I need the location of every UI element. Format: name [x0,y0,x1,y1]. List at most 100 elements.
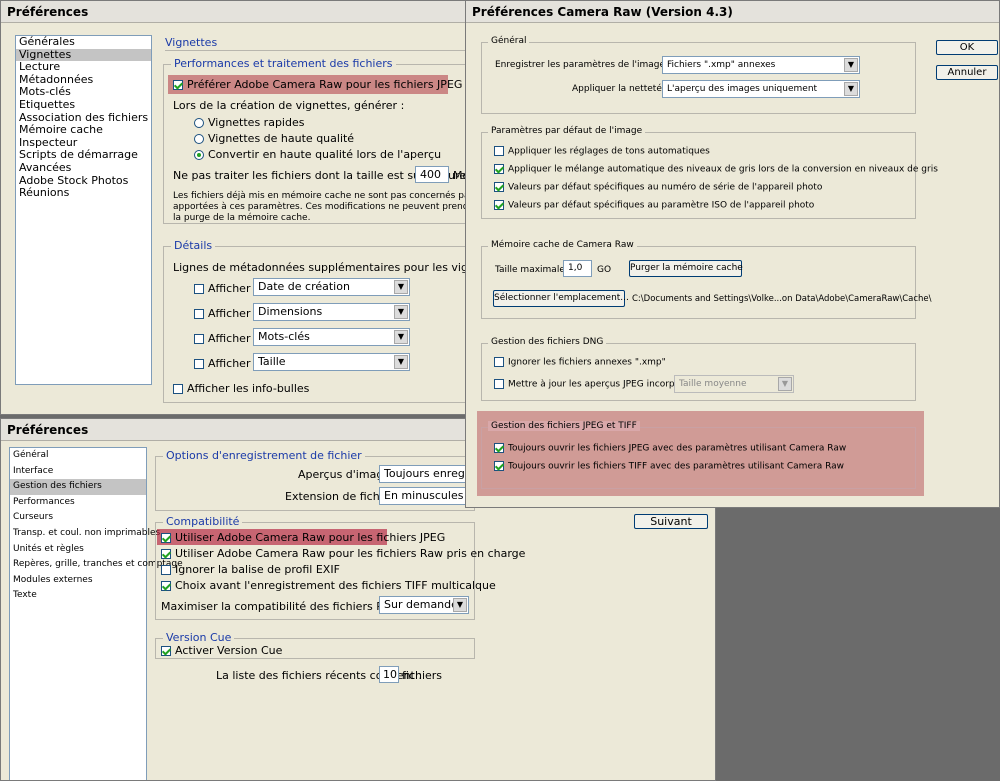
compat-checkbox-4[interactable] [161,581,171,591]
tooltips-row[interactable]: Afficher les info-bulles [173,382,309,395]
ps-nav-transparency[interactable]: Transp. et coul. non imprimables [10,526,160,542]
jpeg-label: Toujours ouvrir les fichiers JPEG avec d… [508,443,847,454]
show-row-1[interactable]: Afficher : [194,282,258,295]
defaults-checkbox-1[interactable] [494,146,504,156]
defaults-checkbox-2[interactable] [494,164,504,174]
acr-general-title: Général [488,36,530,46]
purge-cache-button[interactable]: Purger la mémoire cache [629,260,743,277]
chevron-down-icon[interactable]: ▼ [844,58,858,72]
radio-convert[interactable] [194,150,204,160]
compat-row-1[interactable]: Utiliser Adobe Camera Raw pour les fichi… [161,531,445,544]
chevron-down-icon[interactable]: ▼ [394,330,408,344]
show-row-2[interactable]: Afficher : [194,307,258,320]
jpeg-row-2[interactable]: Toujours ouvrir les fichiers TIFF avec d… [494,461,844,472]
dng-update-label: Mettre à jour les aperçus JPEG incorporé… [508,379,700,390]
meta-select-1[interactable]: Date de création ▼ [253,278,410,296]
show-checkbox-3[interactable] [194,334,204,344]
jpeg-row-1[interactable]: Toujours ouvrir les fichiers JPEG avec d… [494,443,846,454]
version-cue-row[interactable]: Activer Version Cue [161,644,282,657]
nav-item-etiquettes[interactable]: Etiquettes [16,98,151,112]
defaults-row-2[interactable]: Appliquer le mélange automatique des niv… [494,164,938,175]
chevron-down-icon[interactable]: ▼ [394,280,408,294]
defaults-row-4[interactable]: Valeurs par défaut spécifiques au paramè… [494,200,814,211]
meta-select-3-value: Mots-clés [258,330,310,343]
sharpen-label: Appliquer la netteté à : [572,84,677,94]
ps-nav-type[interactable]: Texte [10,588,146,604]
ps-nav-cursors[interactable]: Curseurs [10,510,146,526]
limit-input[interactable]: 400 [415,166,449,183]
compat-label-4: Choix avant l'enregistrement des fichier… [175,579,496,592]
ps-nav-guides[interactable]: Repères, grille, tranches et comptage [10,557,183,573]
psd-select[interactable]: Sur demande ▼ [379,596,469,614]
nav-item-lecture[interactable]: Lecture [16,61,151,74]
compat-row-2[interactable]: Utiliser Adobe Camera Raw pour les fichi… [161,547,525,560]
compat-checkbox-2[interactable] [161,549,171,559]
chevron-down-icon[interactable]: ▼ [394,355,408,369]
tooltips-checkbox[interactable] [173,384,183,394]
chevron-down-icon[interactable]: ▼ [394,305,408,319]
compat-checkbox-1[interactable] [161,533,171,543]
ok-button[interactable]: OK [936,40,998,55]
defaults-checkbox-3[interactable] [494,182,504,192]
meta-select-2[interactable]: Dimensions ▼ [253,303,410,321]
ext-select[interactable]: En minuscules [379,487,474,505]
ps-nav-plugins[interactable]: Modules externes [10,573,146,589]
show-row-4[interactable]: Afficher : [194,357,258,370]
dng-update-checkbox[interactable] [494,379,504,389]
prefer-acr-checkbox[interactable] [173,80,183,90]
perf-group-title: Performances et traitement des fichiers [171,57,396,70]
jpeg-checkbox[interactable] [494,443,504,453]
acr-general-group [481,42,916,114]
show-checkbox-2[interactable] [194,309,204,319]
defaults-row-3[interactable]: Valeurs par défaut spécifiques au numéro… [494,182,822,193]
sharpen-select[interactable]: L'aperçu des images uniquement ▼ [662,80,860,98]
bridge-preferences-window: Préférences Générales Vignettes Lecture … [0,0,470,415]
chevron-down-icon[interactable]: ▼ [453,598,467,612]
show-row-3[interactable]: Afficher : [194,332,258,345]
nav-item-avancees[interactable]: Avancées [16,161,151,175]
show-checkbox-1[interactable] [194,284,204,294]
defaults-checkbox-4[interactable] [494,200,504,210]
save-settings-select[interactable]: Fichiers ".xmp" annexes ▼ [662,56,860,74]
defaults-row-1[interactable]: Appliquer les réglages de tons automatiq… [494,146,710,157]
dng-ignore-checkbox[interactable] [494,357,504,367]
max-size-input[interactable]: 1,0 [563,260,592,277]
chevron-down-icon[interactable]: ▼ [844,82,858,96]
nav-item-memoire-cache[interactable]: Mémoire cache [16,124,151,137]
prefer-acr-row[interactable]: Préférer Adobe Camera Raw pour les fichi… [173,78,469,91]
meta-select-3[interactable]: Mots-clés ▼ [253,328,410,346]
show-checkbox-4[interactable] [194,359,204,369]
version-cue-checkbox[interactable] [161,646,171,656]
radio-hq-row[interactable]: Vignettes de haute qualité [194,132,354,145]
radio-fast[interactable] [194,118,204,128]
compat-checkbox-3[interactable] [161,565,171,575]
dng-update-select[interactable]: Taille moyenne ▼ [674,375,794,393]
nav-item-generales[interactable]: Générales [16,35,151,49]
select-location-button[interactable]: Sélectionner l'emplacement... [493,290,629,307]
ps-nav-general[interactable]: Général [10,448,146,464]
compat-row-4[interactable]: Choix avant l'enregistrement des fichier… [161,579,496,592]
dng-ignore-row[interactable]: Ignorer les fichiers annexes ".xmp" [494,357,666,368]
show-label-2: Afficher : [208,307,258,320]
compat-row-3[interactable]: Ignorer la balise de profil EXIF [161,563,340,576]
ps-nav-units[interactable]: Unités et règles [10,542,146,558]
chevron-down-icon[interactable]: ▼ [778,377,792,391]
tiff-checkbox[interactable] [494,461,504,471]
cancel-button[interactable]: Annuler [936,65,998,80]
meta-select-4[interactable]: Taille ▼ [253,353,410,371]
radio-fast-row[interactable]: Vignettes rapides [194,116,304,129]
ps-nav-interface[interactable]: Interface [10,464,146,480]
radio-hq[interactable] [194,134,204,144]
recent-input[interactable]: 10 [379,666,399,683]
preview-select[interactable]: Toujours enregistre [379,465,474,483]
max-size-unit: GO [597,265,612,275]
sharpen-value: L'aperçu des images uniquement [667,84,818,94]
nav-item-reunions[interactable]: Réunions [16,187,151,200]
acr-cache-title: Mémoire cache de Camera Raw [488,240,637,250]
dng-update-row[interactable]: Mettre à jour les aperçus JPEG incorporé… [494,379,700,390]
radio-convert-row[interactable]: Convertir en haute qualité lors de l'ape… [194,148,441,161]
section-divider [165,50,465,51]
ps-nav-file-handling[interactable]: Gestion des fichiers [10,479,146,495]
next-button[interactable]: Suivant [634,514,708,529]
ps-nav-performances[interactable]: Performances [10,495,146,511]
